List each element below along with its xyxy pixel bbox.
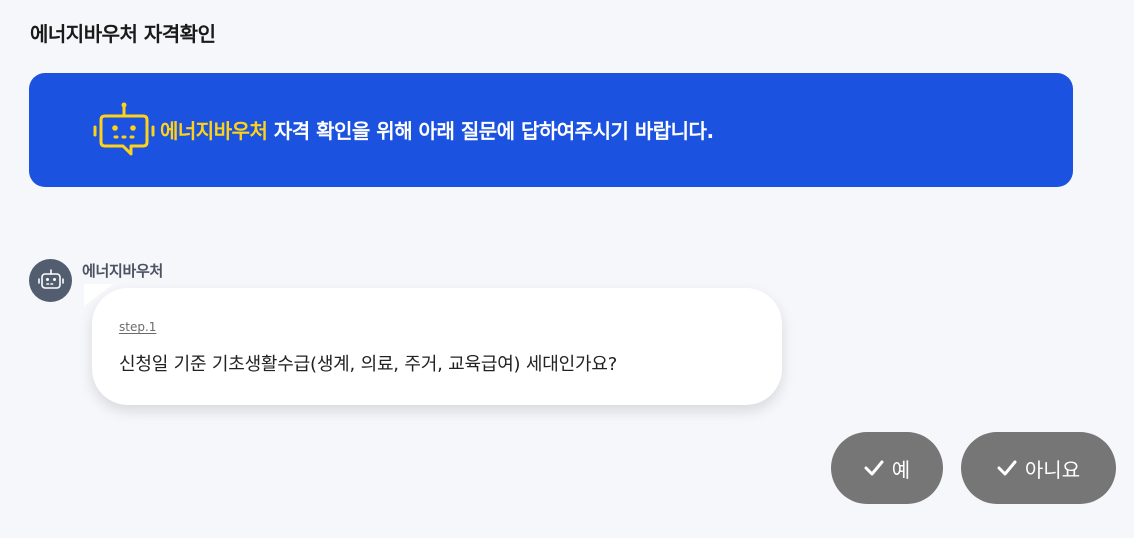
page-title: 에너지바우처 자격확인 (30, 22, 216, 46)
yes-label: 예 (891, 457, 911, 482)
intro-banner: 에너지바우처 자격 확인을 위해 아래 질문에 답하여주시기 바랍니다. (29, 73, 1073, 187)
robot-icon (93, 102, 155, 156)
question-bubble: step.1 신청일 기준 기초생활수급(생계, 의료, 주거, 교육급여) 세… (92, 288, 782, 405)
question-text: 신청일 기준 기초생활수급(생계, 의료, 주거, 교육급여) 세대인가요? (119, 354, 618, 375)
robot-icon (37, 268, 64, 289)
bot-name: 에너지바우처 (82, 262, 164, 280)
banner-highlight: 에너지바우처 (160, 119, 268, 143)
step-label: step.1 (119, 320, 157, 334)
yes-button[interactable]: 예 (831, 432, 943, 504)
no-button[interactable]: 아니요 (961, 432, 1116, 504)
check-icon (997, 460, 1017, 476)
no-label: 아니요 (1024, 457, 1081, 482)
check-icon (864, 460, 884, 476)
avatar (29, 259, 72, 302)
banner-text: 자격 확인을 위해 아래 질문에 답하여주시기 바랍니다. (267, 119, 714, 143)
banner-message: 에너지바우처 자격 확인을 위해 아래 질문에 답하여주시기 바랍니다. (160, 115, 714, 144)
